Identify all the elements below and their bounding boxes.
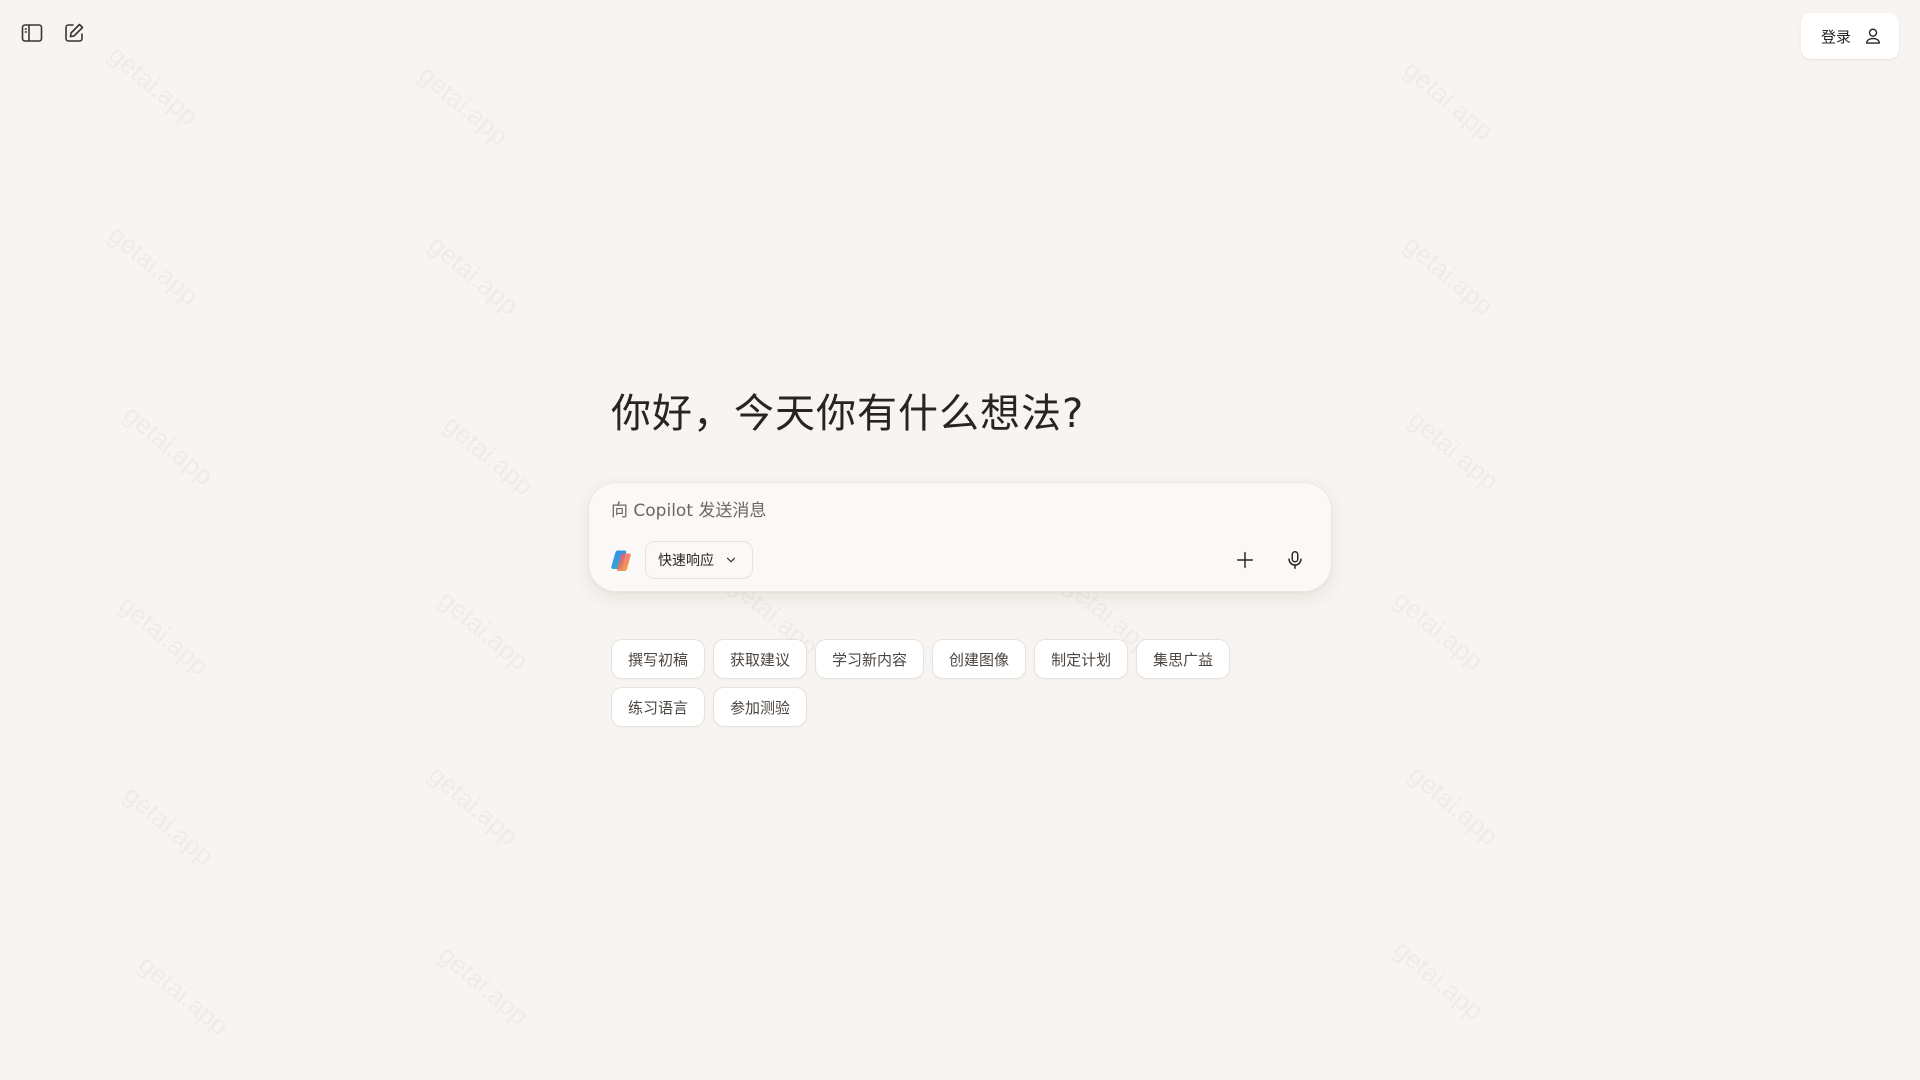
new-chat-icon [65,23,84,42]
watermark: getai.app [133,949,235,1041]
chevron-down-icon [726,557,736,563]
user-icon [1866,28,1880,44]
watermark: getai.app [413,59,515,151]
response-mode-dropdown[interactable]: 快速响应 [645,541,753,579]
message-composer: 快速响应 [588,482,1332,592]
watermark: getai.app [423,229,525,321]
microphone-icon [1288,551,1302,569]
watermark: getai.app [433,939,535,1031]
suggestion-chip[interactable]: 集思广益 [1136,639,1231,679]
voice-input-button[interactable] [1279,544,1311,576]
suggestion-chip[interactable]: 学习新内容 [815,639,925,679]
new-chat-button[interactable] [61,20,87,46]
suggestion-chip[interactable]: 参加测验 [713,687,808,727]
suggestion-chips: 撰写初稿 获取建议 学习新内容 创建图像 制定计划 集思广益 练习语言 参加测验 [611,639,1251,727]
watermark: getai.app [118,779,220,871]
watermark: getai.app [1398,229,1500,321]
response-mode-label: 快速响应 [658,553,714,569]
copilot-logo-icon [611,550,631,571]
suggestion-chip[interactable]: 制定计划 [1034,639,1129,679]
watermark: getai.app [1398,54,1500,146]
watermark: getai.app [433,584,535,676]
watermark: getai.app [1388,934,1490,1026]
message-input[interactable] [611,501,1291,521]
suggestion-chip[interactable]: 练习语言 [611,687,706,727]
sidebar-toggle-button[interactable] [19,20,45,46]
composer-toolbar: 快速响应 [609,541,1311,579]
watermark: getai.app [118,399,220,491]
top-left-toolbar [19,20,87,46]
suggestion-chip[interactable]: 创建图像 [932,639,1027,679]
login-label: 登录 [1820,27,1851,46]
composer-actions [1229,544,1311,576]
suggestion-chip[interactable]: 获取建议 [713,639,808,679]
watermark: getai.app [103,219,205,311]
watermark: getai.app [1403,404,1505,496]
greeting-heading: 你好，今天你有什么想法? [611,391,1085,437]
login-button[interactable]: 登录 [1800,13,1899,59]
watermark: getai.app [1403,759,1505,851]
watermark: getai.app [113,589,215,681]
watermark: getai.app [423,759,525,851]
suggestion-chip[interactable]: 撰写初稿 [611,639,706,679]
sidebar-toggle-icon [21,24,43,42]
add-attachment-button[interactable] [1229,544,1261,576]
watermark: getai.app [438,409,540,501]
watermark: getai.app [1388,584,1490,676]
plus-icon [1236,551,1254,569]
watermark: getai.app [103,39,205,131]
